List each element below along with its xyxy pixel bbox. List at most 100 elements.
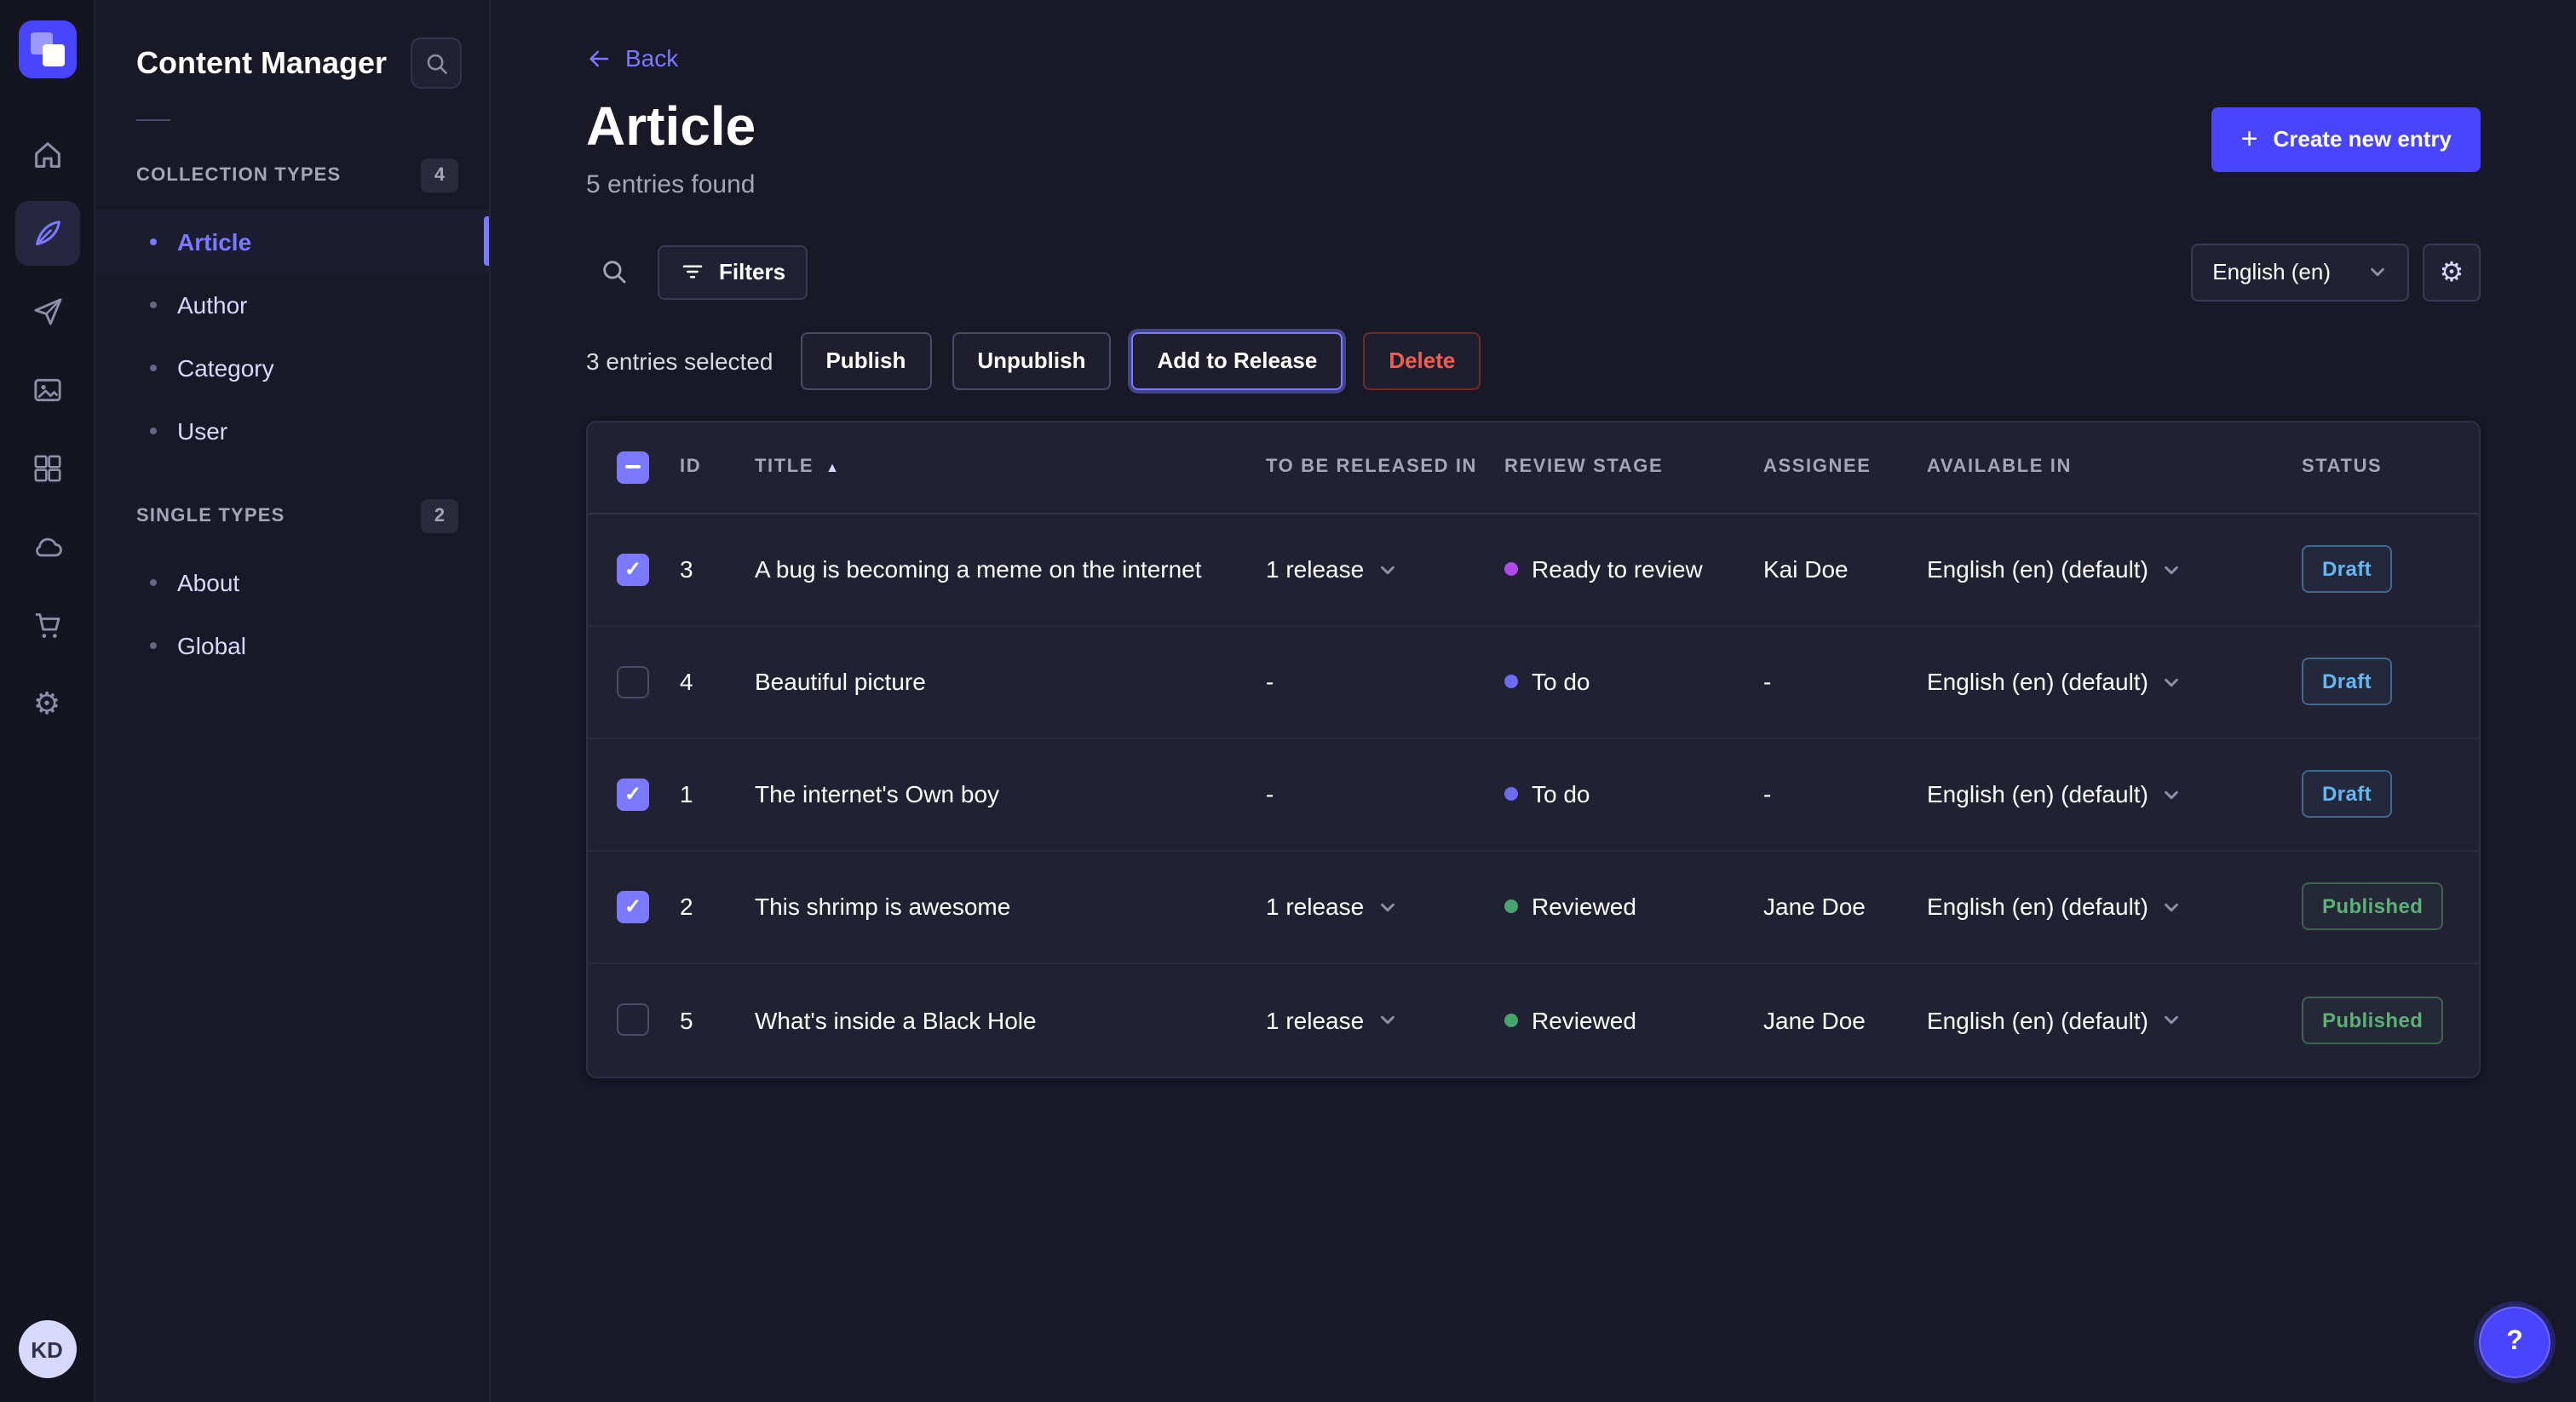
section-label: COLLECTION TYPES bbox=[136, 165, 341, 186]
assignee-cell: Jane Doe bbox=[1763, 1006, 1927, 1033]
available-in-cell[interactable]: English (en) (default) bbox=[1927, 1006, 2302, 1033]
select-all-checkbox[interactable] bbox=[617, 451, 649, 483]
chevron-down-icon bbox=[1377, 897, 1396, 916]
stage-dot-icon bbox=[1504, 787, 1518, 801]
search-icon bbox=[599, 257, 628, 286]
sidebar-item-about[interactable]: About bbox=[95, 550, 489, 613]
back-link[interactable]: Back bbox=[586, 44, 678, 72]
sidebar-item-category[interactable]: Category bbox=[95, 336, 489, 399]
status-badge: Published bbox=[2302, 996, 2443, 1043]
nav-releases-button[interactable] bbox=[14, 279, 79, 344]
sidebar-item-author[interactable]: Author bbox=[95, 273, 489, 336]
assignee-cell: Kai Doe bbox=[1763, 555, 1927, 583]
stage-dot-icon bbox=[1504, 899, 1518, 913]
row-checkbox[interactable] bbox=[617, 890, 649, 922]
locale-label: English (en) (default) bbox=[1927, 668, 2148, 695]
back-link-label[interactable]: Back bbox=[625, 44, 678, 72]
table-row[interactable]: 3 A bug is becoming a meme on the intern… bbox=[588, 514, 2479, 626]
available-in-cell[interactable]: English (en) (default) bbox=[1927, 780, 2302, 807]
sidebar-item-global[interactable]: Global bbox=[95, 613, 489, 676]
search-entries-button[interactable] bbox=[586, 244, 641, 299]
table-row[interactable]: 5 What's inside a Black Hole 1 release R… bbox=[588, 963, 2479, 1076]
filters-button[interactable]: Filters bbox=[658, 244, 808, 299]
nav-content-type-builder-button[interactable] bbox=[14, 436, 79, 501]
strapi-logo-icon[interactable] bbox=[18, 20, 76, 78]
page-heading-block: Article 5 entries found bbox=[586, 96, 756, 198]
locale-label: English (en) (default) bbox=[1927, 780, 2148, 807]
stage-dot-icon bbox=[1504, 675, 1518, 688]
bullet-icon bbox=[150, 578, 157, 585]
select-all-cell bbox=[588, 451, 680, 483]
list-toolbar: Filters English (en) ⚙ bbox=[586, 243, 2481, 301]
paper-plane-icon bbox=[30, 295, 64, 329]
available-in-cell[interactable]: English (en) (default) bbox=[1927, 555, 2302, 583]
nav-cloud-button[interactable] bbox=[14, 514, 79, 579]
chevron-down-icon bbox=[1377, 560, 1396, 578]
unpublish-button[interactable]: Unpublish bbox=[952, 331, 1111, 389]
user-avatar[interactable]: KD bbox=[18, 1320, 76, 1378]
chevron-down-icon bbox=[2368, 262, 2387, 281]
chevron-down-icon bbox=[2162, 560, 2181, 578]
nav-rail: ⚙ KD bbox=[0, 0, 95, 1402]
row-select-cell bbox=[588, 890, 680, 922]
status-badge: Draft bbox=[2302, 658, 2392, 705]
release-cell[interactable]: - bbox=[1266, 780, 1504, 807]
stage-label: To do bbox=[1532, 780, 1590, 807]
release-cell[interactable]: 1 release bbox=[1266, 893, 1504, 920]
chevron-down-icon bbox=[2162, 784, 2181, 803]
table-row[interactable]: 1 The internet's Own boy - To do - Engli… bbox=[588, 738, 2479, 851]
sidebar-item-label: User bbox=[177, 417, 227, 444]
main-content: Back Article 5 entries found + Create ne… bbox=[491, 0, 2576, 1402]
plus-icon: + bbox=[2241, 124, 2258, 153]
available-in-cell[interactable]: English (en) (default) bbox=[1927, 893, 2302, 920]
header-status: STATUS bbox=[2302, 457, 2479, 477]
header-title[interactable]: TITLE ▲ bbox=[755, 457, 1266, 477]
add-to-release-button[interactable]: Add to Release bbox=[1131, 331, 1343, 389]
selection-bar: 3 entries selected Publish Unpublish Add… bbox=[586, 331, 2481, 389]
release-cell[interactable]: 1 release bbox=[1266, 1006, 1504, 1033]
release-cell[interactable]: - bbox=[1266, 668, 1504, 695]
help-button[interactable]: ? bbox=[2479, 1307, 2550, 1378]
sidebar-item-article[interactable]: Article bbox=[95, 210, 489, 273]
nav-home-button[interactable] bbox=[14, 123, 79, 187]
single-types-section: SINGLE TYPES 2 About Global bbox=[95, 499, 489, 676]
table-row[interactable]: 4 Beautiful picture - To do - English (e… bbox=[588, 626, 2479, 738]
locale-label: English (en) (default) bbox=[1927, 555, 2148, 583]
selection-count-text: 3 entries selected bbox=[586, 347, 773, 374]
sort-ascending-icon: ▲ bbox=[825, 459, 840, 474]
nav-content-manager-button[interactable] bbox=[14, 201, 79, 266]
table-row[interactable]: 2 This shrimp is awesome 1 release Revie… bbox=[588, 851, 2479, 963]
view-settings-button[interactable]: ⚙ bbox=[2423, 243, 2481, 301]
id-cell: 3 bbox=[680, 555, 755, 583]
subnav-search-button[interactable] bbox=[411, 37, 462, 89]
sidebar-item-label: About bbox=[177, 568, 239, 595]
create-new-entry-button[interactable]: + Create new entry bbox=[2212, 106, 2481, 171]
header-available-in: AVAILABLE IN bbox=[1927, 457, 2302, 477]
title-cell: Beautiful picture bbox=[755, 668, 1266, 695]
sidebar-item-user[interactable]: User bbox=[95, 399, 489, 462]
nav-settings-button[interactable]: ⚙ bbox=[14, 671, 79, 736]
locale-label: English (en) (default) bbox=[1927, 1006, 2148, 1033]
available-in-cell[interactable]: English (en) (default) bbox=[1927, 668, 2302, 695]
delete-button[interactable]: Delete bbox=[1363, 331, 1481, 389]
review-stage-cell: To do bbox=[1504, 780, 1763, 807]
row-checkbox[interactable] bbox=[617, 778, 649, 810]
app-window: ⚙ KD Content Manager COLLECTION TYPES 4 … bbox=[0, 0, 2576, 1402]
stage-label: Reviewed bbox=[1532, 893, 1636, 920]
release-cell[interactable]: 1 release bbox=[1266, 555, 1504, 583]
header-id[interactable]: ID bbox=[680, 457, 755, 477]
nav-marketplace-button[interactable] bbox=[14, 593, 79, 658]
nav-media-library-button[interactable] bbox=[14, 358, 79, 422]
row-checkbox[interactable] bbox=[617, 1003, 649, 1036]
collection-types-list: Article Author Category User bbox=[95, 210, 489, 462]
home-icon bbox=[30, 138, 64, 172]
locale-select[interactable]: English (en) bbox=[2190, 243, 2409, 301]
row-checkbox[interactable] bbox=[617, 553, 649, 585]
arrow-left-icon bbox=[586, 45, 612, 71]
title-cell: This shrimp is awesome bbox=[755, 893, 1266, 920]
publish-button[interactable]: Publish bbox=[800, 331, 931, 389]
title-cell: The internet's Own boy bbox=[755, 780, 1266, 807]
pen-icon bbox=[30, 216, 64, 250]
entries-table: ID TITLE ▲ TO BE RELEASED IN REVIEW STAG… bbox=[586, 420, 2481, 1077]
row-checkbox[interactable] bbox=[617, 665, 649, 698]
